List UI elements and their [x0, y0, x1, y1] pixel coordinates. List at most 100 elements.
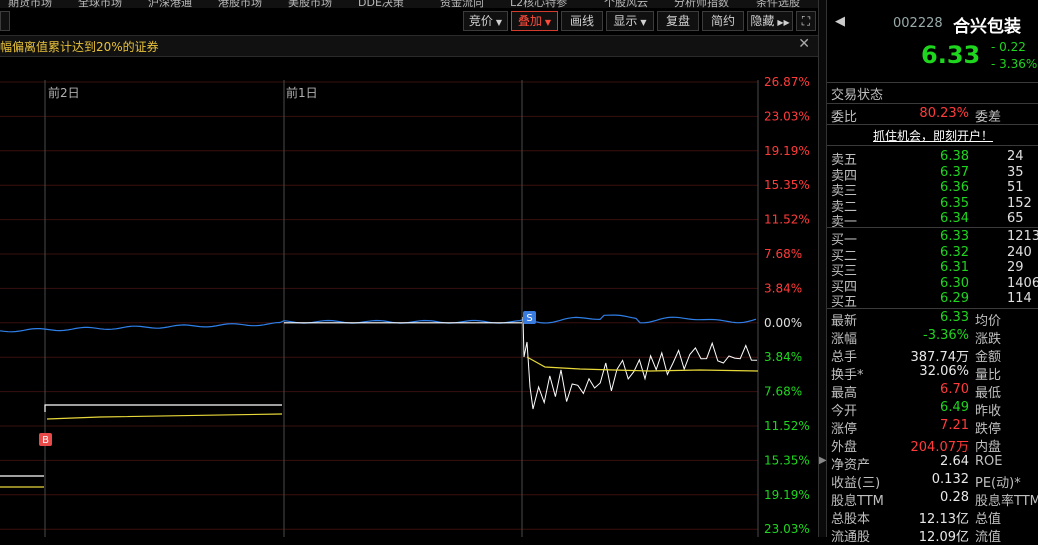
orderbook-price: 6.30: [940, 275, 969, 291]
stock-code: 002228: [893, 16, 943, 31]
fullscreen-icon: ⛶: [801, 14, 811, 28]
stat-value: 6.70: [940, 382, 969, 397]
stat-label-right: 量比: [975, 368, 1002, 383]
axis-tick-label: 3.84%: [764, 281, 802, 295]
axis-tick-label: 26.87%: [764, 75, 810, 89]
quote-panel: ◀ 002228 合兴包装 6.33 - 0.22 - 3.36% 交易状态 委…: [826, 0, 1038, 545]
stat-label: 最高: [831, 386, 858, 401]
display-button[interactable]: 显示 ▼: [606, 11, 654, 31]
stat-label-right: 金额: [975, 350, 1002, 365]
stat-value: 6.33: [940, 310, 969, 325]
hide-button[interactable]: 隐藏 ▶▶: [747, 11, 793, 31]
price-line-prev2: [44, 404, 282, 412]
orderbook-volume: 65: [1007, 211, 1024, 226]
close-icon[interactable]: ✕: [798, 36, 810, 52]
menu-item[interactable]: DDE决策: [358, 0, 404, 8]
stat-label: 涨停: [831, 422, 858, 437]
menu-item[interactable]: 个股风云: [604, 0, 648, 8]
divider: [827, 103, 1038, 104]
orderbook-price: 6.31: [940, 260, 969, 275]
notice-bar: 幅偏离值累计达到20%的证券 ✕: [0, 35, 818, 57]
hide-label: 隐藏: [750, 14, 775, 28]
notice-text: 幅偏离值累计达到20%的证券: [0, 40, 159, 54]
divider: [827, 227, 1038, 228]
stat-label: 总手: [831, 350, 858, 365]
menu-item[interactable]: 美股市场: [288, 0, 332, 8]
sell-marker-label: S: [526, 313, 532, 324]
overlay-button[interactable]: 叠加 ▼: [511, 11, 558, 31]
display-label: 显示: [613, 14, 638, 28]
bidding-button[interactable]: 竞价 ▼: [463, 11, 508, 31]
stat-label-right: ROE: [975, 454, 1003, 469]
orderbook-volume: 35: [1007, 164, 1024, 180]
buy-marker: B: [39, 433, 52, 446]
chart-canvas: 前2日 前1日 26.87% 23.03% 19.19% 15.35% 11.52% 7.…: [0, 75, 810, 537]
chart-grid: [0, 80, 759, 537]
stat-label-right: 内盘: [975, 440, 1002, 455]
menu-item[interactable]: 全球市场: [78, 0, 122, 8]
trade-status-label: 交易状态: [831, 88, 884, 103]
simple-label: 简约: [710, 14, 735, 28]
overlay-label: 叠加: [517, 14, 542, 28]
menu-item[interactable]: 沪深港通: [148, 0, 192, 8]
divider: [827, 124, 1038, 125]
menu-item[interactable]: 港股市场: [218, 0, 262, 8]
axis-tick-label: 11.52%: [764, 419, 810, 433]
stat-label: 收益(三): [831, 476, 881, 491]
stat-label: 外盘: [831, 440, 858, 455]
price-change-pct: - 3.36%: [991, 57, 1038, 71]
menu-item[interactable]: L2核心特参: [510, 0, 567, 8]
price-change: - 0.22: [991, 40, 1026, 54]
stat-value: 204.07万: [910, 440, 970, 455]
axis-tick-label: 23.03%: [764, 109, 810, 123]
index-line: [0, 314, 757, 333]
fullscreen-button[interactable]: ⛶: [796, 11, 816, 31]
menu-item[interactable]: 条件选股: [756, 0, 800, 8]
stat-label: 流通股: [831, 530, 871, 545]
stat-value: 2.64: [940, 454, 969, 469]
stat-label: 换手*: [831, 368, 864, 383]
orderbook-volume: 1406: [1007, 275, 1038, 291]
menu-item[interactable]: 期货市场: [8, 0, 52, 8]
back-arrow-icon[interactable]: ◀: [835, 14, 845, 29]
axis-tick-label: 23.03%: [764, 522, 810, 536]
right-axis: 26.87% 23.03% 19.19% 15.35% 11.52% 7.68% 3.84%…: [764, 75, 810, 536]
fast-forward-icon: ▶▶: [777, 18, 790, 27]
stat-value: 7.21: [940, 418, 969, 433]
orderbook-volume: 1213: [1007, 229, 1038, 244]
stat-label: 股息TTM: [831, 494, 884, 509]
orderbook-price: 6.32: [940, 244, 969, 260]
menu-item[interactable]: 资金流向: [440, 0, 484, 8]
orderbook-price: 6.37: [940, 164, 969, 180]
weibi-value: 80.23%: [919, 106, 969, 121]
stat-label: 总股本: [831, 512, 871, 527]
orderbook-volume: 29: [1007, 260, 1024, 275]
divider: [827, 82, 1038, 83]
draw-line-button[interactable]: 画线: [561, 11, 603, 31]
orderbook-volume: 152: [1007, 195, 1032, 211]
stat-value: 6.49: [940, 400, 969, 415]
simple-mode-button[interactable]: 简约: [702, 11, 744, 31]
intraday-chart[interactable]: 前2日 前1日 26.87% 23.03% 19.19% 15.35% 11.52% 7.…: [0, 57, 818, 537]
stat-value: 0.28: [940, 490, 969, 505]
chevron-down-icon: ▼: [544, 18, 552, 27]
replay-button[interactable]: 复盘: [657, 11, 699, 31]
chart-lines: [0, 314, 759, 488]
axis-tick-label: 19.19%: [764, 144, 810, 158]
axis-tick-label: 15.35%: [764, 178, 810, 192]
axis-tick-label: 3.84%: [764, 350, 802, 364]
open-account-link[interactable]: 抓住机会，即刻开户！: [827, 127, 1038, 144]
top-menu-bar: 期货市场 全球市场 沪深港通 港股市场 美股市场 DDE决策 资金流向 L2核心特参 个股风云 分…: [0, 0, 826, 8]
axis-tick-label: 15.35%: [764, 453, 810, 467]
orderbook-volume: 114: [1007, 291, 1032, 306]
stat-label-right: 跌停: [975, 422, 1002, 437]
orderbook-price: 6.35: [940, 195, 969, 211]
stat-label-right: 均价: [975, 314, 1002, 329]
stat-label-right: 最低: [975, 386, 1002, 401]
stat-label: 最新: [831, 314, 858, 329]
stat-value: 0.132: [931, 472, 969, 487]
menu-item[interactable]: 分析师指数: [674, 0, 729, 8]
stat-label: 涨幅: [831, 332, 858, 347]
axis-tick-label: 7.68%: [764, 247, 802, 261]
last-price: 6.33: [921, 41, 981, 69]
